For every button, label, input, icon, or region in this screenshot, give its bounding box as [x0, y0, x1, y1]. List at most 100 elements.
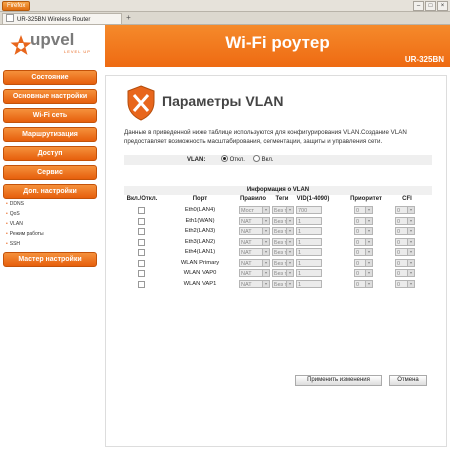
chevron-down-icon: ▾ — [262, 217, 269, 224]
subnav-ssh[interactable]: • SSH — [6, 241, 20, 247]
rule-select[interactable]: NAT ▾ — [239, 216, 270, 225]
priority-select[interactable]: 0 ▾ — [354, 227, 373, 235]
vid-input[interactable]: 1 — [296, 279, 322, 288]
tag-select[interactable]: Без тег ▾ — [272, 227, 294, 235]
col-rule: Правило — [239, 196, 267, 202]
tag-select[interactable]: Без тег ▾ — [272, 258, 294, 267]
tag-select[interactable]: Без тег ▾ — [272, 269, 294, 277]
vlan-label: VLAN: — [187, 157, 206, 163]
chevron-down-icon: ▾ — [407, 259, 414, 266]
priority-select[interactable]: 0 ▾ — [354, 279, 373, 288]
vid-input[interactable]: 700 — [296, 206, 322, 214]
port-cell: Eth3(LAN2) — [184, 238, 216, 245]
nav-setup-wizard[interactable]: Мастер настройки — [3, 252, 97, 267]
port-cell: WLAN VAP1 — [183, 280, 217, 287]
nav-wifi[interactable]: Wi-Fi сеть — [3, 108, 97, 123]
vid-input[interactable]: 1 — [296, 258, 322, 267]
maximize-button[interactable]: □ — [425, 1, 436, 11]
chevron-down-icon: ▾ — [286, 217, 293, 224]
firefox-menu-button[interactable]: Firefox — [2, 1, 31, 11]
rule-select[interactable]: NAT ▾ — [239, 269, 270, 277]
rule-select[interactable]: NAT ▾ — [239, 279, 270, 288]
minimize-button[interactable]: – — [413, 1, 424, 11]
radio-on-icon[interactable] — [253, 155, 260, 162]
bullet-icon: • — [6, 201, 8, 207]
subnav-ddns[interactable]: • DDNS — [6, 201, 24, 207]
tag-select[interactable]: Без тег ▾ — [272, 279, 294, 288]
subnav-vlan[interactable]: • VLAN — [6, 221, 23, 227]
close-window-button[interactable]: × — [437, 1, 448, 11]
logo-tagline: LEVEL UP — [64, 49, 91, 54]
cancel-button[interactable]: Отмена — [389, 375, 427, 386]
new-tab-button[interactable]: + — [124, 14, 133, 22]
cfi-select[interactable]: 0 ▾ — [395, 248, 415, 256]
enable-checkbox[interactable] — [138, 270, 145, 277]
tag-select[interactable]: Без тег ▾ — [272, 216, 294, 225]
enable-checkbox[interactable] — [138, 217, 145, 225]
table-row: Eth4(LAN1) NAT ▾ Без тег ▾ 1 0 ▾ 0 ▾ — [124, 247, 432, 257]
priority-select[interactable]: 0 ▾ — [354, 258, 373, 267]
subnav-qos[interactable]: • QoS — [6, 211, 20, 217]
priority-select[interactable]: 0 ▾ — [354, 216, 373, 225]
cfi-select[interactable]: 0 ▾ — [395, 206, 415, 214]
subnav-mode[interactable]: • Режим работы — [6, 231, 44, 237]
nav-service[interactable]: Сервис — [3, 165, 97, 180]
table-row: Eth3(LAN2) NAT ▾ Без тег ▾ 1 0 ▾ 0 ▾ — [124, 237, 432, 247]
chevron-down-icon: ▾ — [365, 217, 372, 224]
vid-input[interactable]: 1 — [296, 248, 322, 256]
nav-advanced[interactable]: Доп. настройки — [3, 184, 97, 199]
chevron-down-icon: ▾ — [262, 280, 269, 287]
vlan-off-option[interactable]: Откл. — [221, 155, 245, 165]
vid-input[interactable]: 1 — [296, 237, 322, 246]
apply-changes-button[interactable]: Применить изменения — [295, 375, 382, 386]
port-cell: Eth0(LAN4) — [184, 207, 216, 213]
vlan-on-option[interactable]: Вкл. — [253, 155, 274, 165]
chevron-down-icon: ▾ — [262, 238, 269, 245]
priority-select[interactable]: 0 ▾ — [354, 269, 373, 277]
rule-select[interactable]: NAT ▾ — [239, 227, 270, 235]
cfi-select[interactable]: 0 ▾ — [395, 269, 415, 277]
nav-access[interactable]: Доступ — [3, 146, 97, 161]
priority-select[interactable]: 0 ▾ — [354, 237, 373, 246]
cfi-select[interactable]: 0 ▾ — [395, 258, 415, 267]
enable-checkbox[interactable] — [138, 228, 145, 235]
nav-routing[interactable]: Маршрутизация — [3, 127, 97, 142]
bullet-icon: • — [6, 231, 8, 237]
enable-checkbox[interactable] — [138, 207, 145, 214]
vid-input[interactable]: 1 — [296, 227, 322, 235]
rule-select[interactable]: Мост ▾ — [239, 206, 270, 214]
tag-select[interactable]: Без тег ▾ — [272, 248, 294, 256]
cfi-select[interactable]: 0 ▾ — [395, 279, 415, 288]
enable-checkbox[interactable] — [138, 280, 145, 288]
enable-checkbox[interactable] — [138, 259, 145, 267]
cfi-select[interactable]: 0 ▾ — [395, 216, 415, 225]
tag-select[interactable]: Без тег ▾ — [272, 237, 294, 246]
tab-title: UR-325BN Wireless Router — [17, 17, 91, 23]
vid-input[interactable]: 1 — [296, 216, 322, 225]
priority-select[interactable]: 0 ▾ — [354, 206, 373, 214]
nav-basic-settings[interactable]: Основные настройки — [3, 89, 97, 104]
model-label: UR-325BN — [404, 55, 444, 64]
table-caption: Информация о VLAN — [124, 186, 432, 195]
port-cell: WLAN Primary — [180, 259, 220, 266]
chevron-down-icon: ▾ — [262, 270, 269, 276]
nav-status[interactable]: Состояние — [3, 70, 97, 85]
cfi-select[interactable]: 0 ▾ — [395, 237, 415, 246]
chevron-down-icon: ▾ — [365, 238, 372, 245]
rule-select[interactable]: NAT ▾ — [239, 237, 270, 246]
browser-tab[interactable]: UR-325BN Wireless Router — [2, 13, 122, 24]
chevron-down-icon: ▾ — [262, 259, 269, 266]
chevron-down-icon: ▾ — [365, 280, 372, 287]
rule-select[interactable]: NAT ▾ — [239, 258, 270, 267]
priority-select[interactable]: 0 ▾ — [354, 248, 373, 256]
tag-select[interactable]: Без тег ▾ — [272, 206, 294, 214]
enable-checkbox[interactable] — [138, 249, 145, 256]
radio-off-icon[interactable] — [221, 155, 228, 162]
cfi-select[interactable]: 0 ▾ — [395, 227, 415, 235]
tab-bar: UR-325BN Wireless Router + — [0, 12, 450, 25]
enable-checkbox[interactable] — [138, 238, 145, 246]
table-row: WLAN VAP0 NAT ▾ Без тег ▾ 1 0 ▾ 0 ▾ — [124, 268, 432, 278]
chevron-down-icon: ▾ — [262, 207, 269, 213]
vid-input[interactable]: 1 — [296, 269, 322, 277]
rule-select[interactable]: NAT ▾ — [239, 248, 270, 256]
